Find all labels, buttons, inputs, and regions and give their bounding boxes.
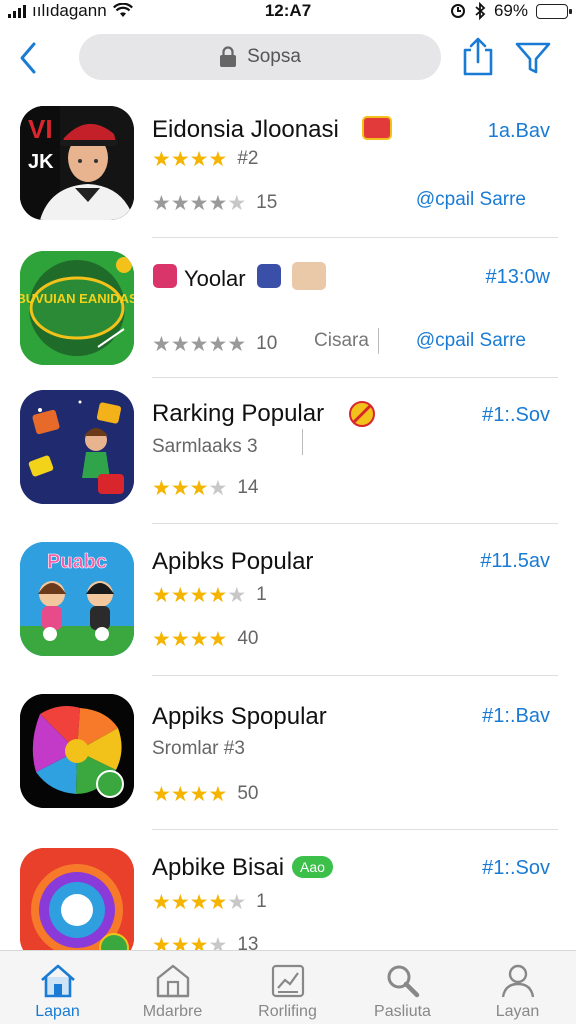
battery-percent: 69% [493, 1, 528, 20]
app-title: Apbike Bisai [152, 854, 285, 881]
battery-icon [536, 3, 572, 19]
bluetooth-icon [475, 2, 486, 20]
rating-count: 14 [237, 477, 259, 498]
app-title: Appiks Spopular [152, 703, 327, 730]
app-price: 1a.Bav [487, 120, 550, 142]
share-icon [463, 37, 493, 76]
app-price: #13:0w [485, 266, 551, 288]
store-icon [156, 964, 190, 998]
back-button[interactable] [14, 38, 44, 78]
list-item[interactable]: BUVUIAN EANIDAS Yoolar #13:0w ★ ★ ★ ★ ★ 10 C… [0, 238, 576, 455]
chart-icon [271, 964, 305, 998]
share-button[interactable] [460, 36, 496, 78]
kids-badge-icon [292, 262, 326, 290]
app-icon [20, 390, 134, 504]
list-item[interactable]: Rarking Popular #1:.Sov Sarmlaaks 3 ★ ★ ★ ★… [0, 378, 576, 524]
app-title: Eidonsia Jloonasi [152, 116, 339, 143]
tab-label: Pasliuta [374, 1003, 431, 1020]
rank-label: 1 [256, 891, 267, 912]
search-bar[interactable]: Sopsa [79, 34, 441, 80]
no-ads-icon [349, 401, 375, 427]
rating-bottom: ★ ★ ★ ★ 50 [152, 782, 259, 806]
tab-ranking[interactable]: Rorlifing [230, 951, 345, 1024]
list-item[interactable]: Apbike Bisai Aao #1:.Sov ★ ★ ★ ★ ★ 1 ★ ★ ★ ★ 13 [0, 830, 576, 962]
separator [378, 328, 379, 354]
rank-label: #2 [237, 148, 259, 169]
rating-count: 40 [237, 628, 259, 649]
cosmic-game-icon [20, 390, 134, 504]
tab-label: Rorlifing [258, 1003, 317, 1020]
list-item[interactable]: Puabc Apibks Popular #11.5av ★ ★ ★ ★ ★ 1 ★ ★ ★… [0, 524, 576, 676]
lock-icon [220, 46, 237, 67]
app-title: Rarking Popular [152, 400, 325, 427]
person-photo-icon: VI JK [20, 106, 134, 220]
tab-account[interactable]: Layan [460, 951, 575, 1024]
app-title: Yoolar [184, 266, 246, 291]
rank-label: 1 [256, 584, 267, 605]
icon-text: BUVUIAN EANIDAS [20, 291, 134, 306]
tab-bar: Lapan Mdarbre Rorlifing Pasliuta Layan [0, 950, 576, 1024]
rating-count: 50 [237, 783, 259, 804]
tab-label: Lapan [35, 1003, 80, 1020]
icon-text: Puabc [47, 551, 107, 573]
tab-store[interactable]: Mdarbre [115, 951, 230, 1024]
svg-text:JK: JK [28, 151, 54, 173]
rating-top: ★ ★ ★ ★ #2 [152, 147, 259, 171]
app-title: Apibks Popular [152, 548, 314, 575]
search-placeholder: Sopsa [247, 46, 301, 67]
rating-bottom: ★ ★ ★ ★ ★ 15 [152, 191, 278, 215]
person-icon [501, 964, 535, 998]
app-price: #11.5av [480, 550, 550, 572]
get-link[interactable]: @cpail Sarre [416, 189, 526, 211]
search-icon [387, 965, 420, 998]
list-item[interactable]: VI JK Eidonsia Jloonasi 1a.Bav ★ ★ ★ ★ #2 ★… [0, 100, 576, 238]
nav-bar: Sopsa [0, 28, 576, 90]
app-icon [20, 694, 134, 808]
app-icon: Puabc [20, 542, 134, 656]
home-icon [41, 964, 75, 998]
app-icon: BUVUIAN EANIDAS [20, 251, 134, 365]
app-icon: VI JK [20, 106, 134, 220]
rating-bottom: ★ ★ ★ ★ 14 [152, 476, 259, 500]
app-price: #1:.Sov [482, 404, 550, 426]
rating-top: ★ ★ ★ ★ ★ 1 [152, 890, 267, 914]
tab-home[interactable]: Lapan [0, 951, 115, 1024]
tab-label: Mdarbre [142, 1003, 203, 1020]
rating-count: 10 [256, 333, 278, 354]
app-price: #1:.Bav [482, 705, 550, 727]
new-badge: Aao [292, 856, 333, 878]
get-link[interactable]: @cpail Sarre [416, 330, 526, 352]
app-badge-icon [257, 264, 281, 288]
svg-text:VI: VI [28, 114, 53, 144]
rating-bottom: ★ ★ ★ ★ 40 [152, 627, 259, 651]
app-subtitle: Sarmlaaks 3 [152, 436, 258, 457]
tag-label: Cisara [314, 330, 369, 351]
award-badge-icon [362, 116, 392, 140]
colorful-swirl-icon [20, 694, 134, 808]
chevron-left-icon [20, 42, 36, 74]
filter-icon [515, 42, 551, 74]
rating-top: ★ ★ ★ ★ ★ 1 [152, 583, 267, 607]
status-right: 69% [450, 1, 572, 21]
browser-style-icon [20, 848, 134, 962]
rating-bottom: ★ ★ ★ ★ ★ 10 [152, 332, 278, 356]
filter-button[interactable] [513, 38, 553, 78]
status-bar: ıılıdagann 12:A7 69% [0, 0, 576, 24]
app-icon [20, 848, 134, 962]
tab-search[interactable]: Pasliuta [345, 951, 460, 1024]
kids-app-icon: Puabc [20, 542, 134, 656]
game-logo-icon: BUVUIAN EANIDAS [20, 251, 134, 365]
rating-count: 15 [256, 192, 278, 213]
app-badge-icon [153, 264, 177, 288]
tab-label: Layan [495, 1003, 540, 1020]
list-item[interactable]: Appiks Spopular #1:.Bav Sromlar #3 ★ ★ ★ ★ … [0, 676, 576, 830]
app-price: #1:.Sov [482, 857, 550, 879]
alarm-icon [450, 4, 465, 18]
app-subtitle: Sromlar #3 [152, 738, 245, 759]
